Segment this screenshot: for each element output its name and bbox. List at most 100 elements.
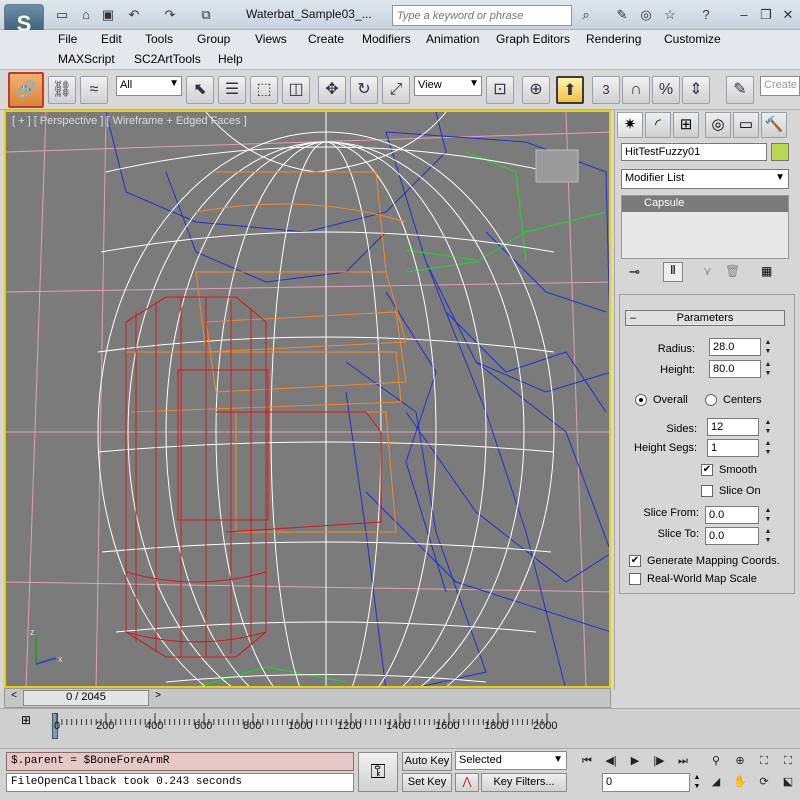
- maximize-viewport-icon[interactable]: ⬕: [778, 773, 798, 791]
- selection-filter-dropdown[interactable]: All ▼: [116, 76, 182, 96]
- set-keys-key-icon[interactable]: ⚿: [358, 752, 398, 792]
- maxscript-listener-input[interactable]: $.parent = $BoneForeArmR: [6, 752, 354, 771]
- goto-end-icon[interactable]: ⏭: [673, 752, 693, 770]
- new-file-icon[interactable]: ▭: [52, 6, 72, 24]
- slice-from-input[interactable]: 0.0: [705, 506, 759, 524]
- goto-start-icon[interactable]: ⏮: [577, 752, 597, 770]
- select-and-manipulate-icon[interactable]: ⊕: [522, 76, 550, 104]
- zoom-all-icon[interactable]: ⊕: [730, 752, 750, 770]
- show-end-result-icon[interactable]: Ⅱ: [663, 262, 683, 282]
- display-tab-icon[interactable]: ▭: [733, 112, 759, 138]
- parameters-rollout-header[interactable]: – Parameters: [625, 310, 785, 326]
- auto-key-button[interactable]: Auto Key: [402, 752, 452, 771]
- spinner-snap-icon[interactable]: ⇕: [682, 76, 710, 104]
- redo-icon[interactable]: ↷: [160, 6, 180, 24]
- keyword-search-input[interactable]: [392, 5, 572, 26]
- menu-rendering[interactable]: Rendering: [586, 32, 641, 46]
- help-icon[interactable]: ?: [696, 6, 716, 24]
- object-color-swatch[interactable]: [771, 143, 789, 161]
- favorites-star-icon[interactable]: ☆: [660, 6, 680, 24]
- communication-center-icon[interactable]: ◎: [636, 6, 656, 24]
- generate-mapping-checkbox[interactable]: ✔: [629, 555, 641, 567]
- hierarchy-tab-icon[interactable]: ⊞: [673, 112, 699, 138]
- viewcube[interactable]: [535, 149, 579, 183]
- close-icon[interactable]: ✕: [778, 6, 798, 24]
- menu-tools[interactable]: Tools: [145, 32, 173, 46]
- save-icon[interactable]: ▣: [98, 6, 118, 24]
- set-key-button[interactable]: Set Key: [402, 773, 452, 792]
- select-and-scale-icon[interactable]: ⤢: [382, 76, 410, 104]
- field-of-view-icon[interactable]: ◢: [706, 773, 726, 791]
- slice-to-spinner[interactable]: ▲ ▼: [763, 527, 773, 545]
- select-and-link-icon[interactable]: 🔗: [8, 72, 44, 108]
- height-segs-spinner[interactable]: ▲ ▼: [763, 439, 773, 457]
- pivot-center-icon[interactable]: ⊡: [486, 76, 514, 104]
- play-icon[interactable]: ▶: [625, 752, 645, 770]
- search-options-icon[interactable]: ⌕: [576, 6, 596, 24]
- angle-snap-icon[interactable]: ∩: [622, 76, 650, 104]
- percent-snap-icon[interactable]: %: [652, 76, 680, 104]
- modifier-list-dropdown[interactable]: Modifier List ▼: [621, 169, 789, 189]
- default-tangent-icon[interactable]: ⋀: [455, 773, 479, 792]
- modifier-stack-item[interactable]: Capsule: [622, 196, 788, 212]
- create-selection-set-input[interactable]: Create: [760, 76, 800, 96]
- make-unique-icon[interactable]: ⋎: [703, 264, 712, 278]
- menu-edit[interactable]: Edit: [101, 32, 122, 46]
- bind-to-space-warp-icon[interactable]: ≈: [80, 76, 108, 104]
- menu-create[interactable]: Create: [308, 32, 344, 46]
- next-frame-icon[interactable]: |▶: [649, 752, 669, 770]
- create-tab-icon[interactable]: ✷: [617, 112, 643, 138]
- menu-maxscript[interactable]: MAXScript: [58, 52, 115, 66]
- viewport-label[interactable]: [ + ] [ Perspective ] [ Wireframe + Edge…: [12, 115, 247, 127]
- minimize-icon[interactable]: –: [734, 6, 754, 24]
- radius-input[interactable]: 28.0: [709, 338, 761, 356]
- menu-help[interactable]: Help: [218, 52, 243, 66]
- zoom-extents-icon[interactable]: ⛶: [754, 752, 774, 770]
- radius-spinner[interactable]: ▲ ▼: [763, 338, 773, 356]
- edit-named-selection-icon[interactable]: ✎: [726, 76, 754, 104]
- zoom-extents-all-icon[interactable]: ⛶: [778, 752, 798, 770]
- unlink-selection-icon[interactable]: ⛓: [48, 76, 76, 104]
- key-filters-button[interactable]: Key Filters...: [481, 773, 567, 792]
- remove-modifier-icon[interactable]: 🗑: [725, 264, 740, 278]
- sides-spinner[interactable]: ▲ ▼: [763, 418, 773, 436]
- select-object-icon[interactable]: ⬉: [186, 76, 214, 104]
- rectangular-selection-icon[interactable]: ⬚: [250, 76, 278, 104]
- slice-to-input[interactable]: 0.0: [705, 527, 759, 545]
- subscription-icon[interactable]: ✎: [612, 6, 632, 24]
- menu-graph-editors[interactable]: Graph Editors: [496, 32, 570, 46]
- maxscript-output[interactable]: FileOpenCallback took 0.243 seconds: [6, 773, 354, 792]
- pan-hand-icon[interactable]: ✋: [730, 773, 750, 791]
- previous-frame-icon[interactable]: ◀|: [601, 752, 621, 770]
- orbit-icon[interactable]: ⟳: [754, 773, 774, 791]
- motion-tab-icon[interactable]: ◎: [705, 112, 731, 138]
- perspective-viewport[interactable]: [ + ] [ Perspective ] [ Wireframe + Edge…: [4, 110, 611, 688]
- time-slider-thumb[interactable]: 0 / 2045: [23, 690, 149, 706]
- current-frame-input[interactable]: 0: [602, 773, 690, 792]
- time-slider-prev-icon[interactable]: <: [7, 690, 21, 706]
- height-input[interactable]: 80.0: [709, 360, 761, 378]
- mini-curve-editor-icon[interactable]: ⊞: [14, 713, 38, 731]
- height-segs-input[interactable]: 1: [707, 439, 759, 457]
- time-slider[interactable]: < 0 / 2045 >: [4, 688, 611, 708]
- menu-animation[interactable]: Animation: [426, 32, 479, 46]
- centers-radio[interactable]: [705, 394, 717, 406]
- sides-input[interactable]: 12: [707, 418, 759, 436]
- zoom-icon[interactable]: ⚲: [706, 752, 726, 770]
- current-frame-spinner[interactable]: ▲ ▼: [692, 773, 702, 792]
- snaps-toggle-icon[interactable]: 3: [592, 76, 620, 104]
- select-and-move-icon[interactable]: ✥: [318, 76, 346, 104]
- configure-modifier-sets-icon[interactable]: ▦: [761, 264, 772, 278]
- restore-icon[interactable]: ❐: [756, 6, 776, 24]
- smooth-checkbox[interactable]: ✔: [701, 464, 713, 476]
- time-slider-next-icon[interactable]: >: [151, 690, 165, 706]
- menu-modifiers[interactable]: Modifiers: [362, 32, 411, 46]
- utilities-tab-icon[interactable]: 🔨: [761, 112, 787, 138]
- undo-icon[interactable]: ↶: [124, 6, 144, 24]
- slice-on-checkbox[interactable]: [701, 485, 713, 497]
- menu-customize[interactable]: Customize: [664, 32, 721, 46]
- keyboard-shortcut-override-icon[interactable]: ⬆: [556, 76, 584, 104]
- menu-views[interactable]: Views: [255, 32, 287, 46]
- menu-sc2arttools[interactable]: SC2ArtTools: [134, 52, 201, 66]
- menu-group[interactable]: Group: [197, 32, 230, 46]
